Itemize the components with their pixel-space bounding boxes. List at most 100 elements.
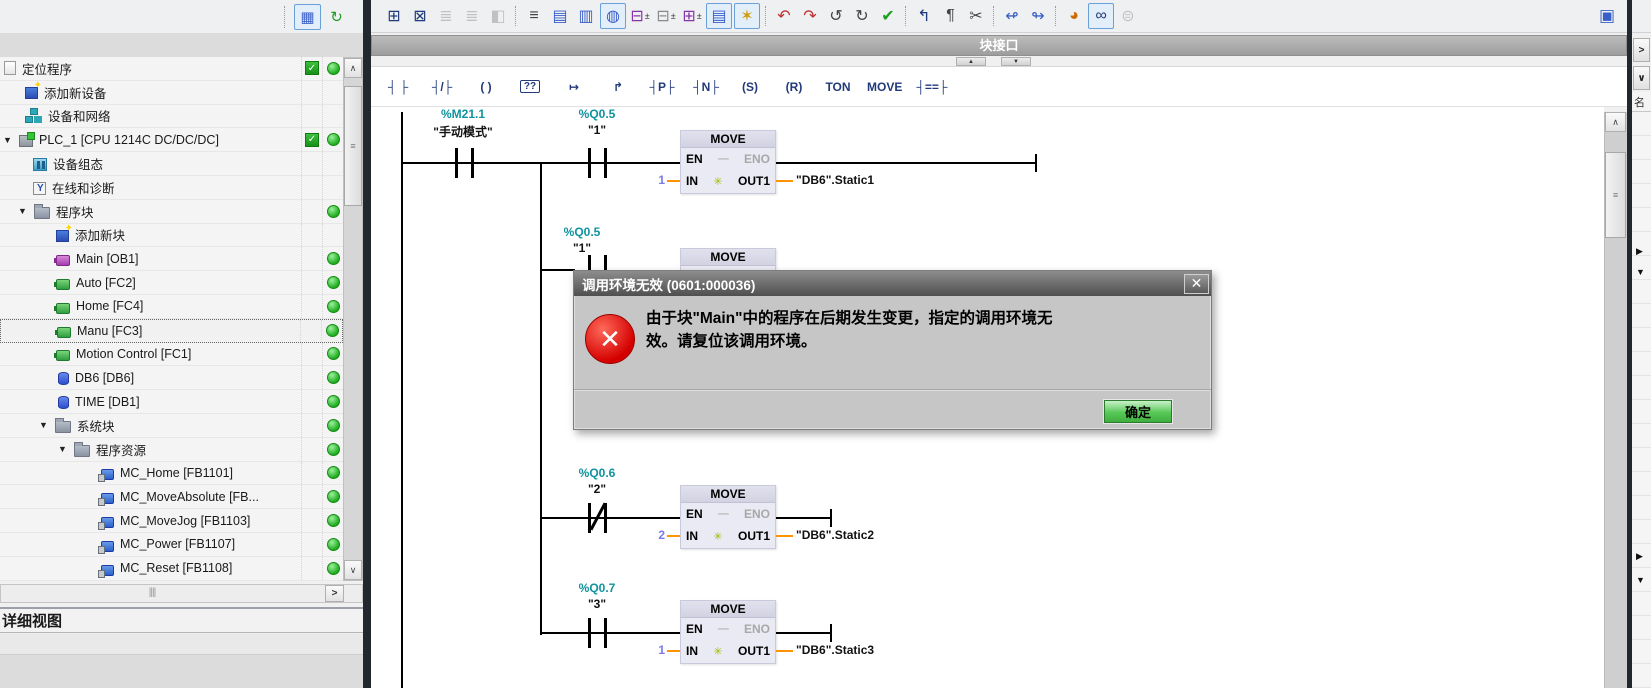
tree-row[interactable]: DB6 [DB6] ✓	[0, 366, 343, 390]
row-expand-icon[interactable]: ▶	[1636, 246, 1643, 257]
operand-address[interactable]: %Q0.7	[557, 581, 637, 595]
toolbar-icon[interactable]: ⊞	[382, 4, 406, 28]
tree-row[interactable]: 设备和网络 ✓	[0, 105, 343, 129]
favorite-instruction-button[interactable]: ( )	[465, 70, 507, 104]
row-drop-icon[interactable]: ▼	[1636, 267, 1645, 277]
toolbar-icon[interactable]	[765, 6, 767, 26]
expand-arrow-icon[interactable]: ▼	[58, 444, 74, 454]
toolbar-icon[interactable]: ↫	[1000, 4, 1024, 28]
tree-row[interactable]: Main [OB1] ✓	[0, 247, 343, 271]
editor-scroll-thumb[interactable]: ≡	[1605, 152, 1626, 238]
operand-name[interactable]: "3"	[557, 597, 637, 611]
panel-divider[interactable]	[1627, 0, 1632, 688]
toolbar-icon[interactable]: ⊞±	[680, 4, 704, 28]
tree-row[interactable]: ▼ PLC_1 [CPU 1214C DC/DC/DC] ✓	[0, 128, 343, 152]
expand-pane-icon[interactable]: >	[1633, 38, 1650, 62]
tree-row[interactable]: MC_MoveJog [FB1103] ✓	[0, 509, 343, 533]
row-expand-icon[interactable]: ▶	[1636, 551, 1643, 562]
operand-address[interactable]: %Q0.6	[557, 466, 637, 480]
toolbar-icon[interactable]: ≣	[460, 4, 484, 28]
toolbar-icon[interactable]: ✔	[876, 4, 900, 28]
contact-symbol[interactable]	[455, 148, 458, 178]
toolbar-icon[interactable]: ▤	[706, 3, 732, 29]
contact-symbol[interactable]	[588, 618, 591, 648]
operand-address[interactable]: %Q0.5	[557, 107, 637, 121]
close-icon[interactable]: ✕	[1184, 274, 1209, 294]
tree-row[interactable]: Manu [FC3] ✓	[0, 319, 343, 343]
toolbar-icon[interactable]: ≡	[522, 4, 546, 28]
toolbar-icon[interactable]: ↶	[772, 4, 796, 28]
tree-row[interactable]: 在线和诊断 ✓	[0, 176, 343, 200]
expand-arrow-icon[interactable]: ▼	[39, 420, 55, 430]
expand-arrow-icon[interactable]: ▼	[3, 135, 19, 145]
operand-address[interactable]: %Q0.5	[542, 225, 622, 239]
toolbar-icon[interactable]	[515, 6, 517, 26]
operand-name[interactable]: "1"	[557, 123, 637, 137]
tree-scroll-thumb[interactable]: ≡	[344, 86, 362, 206]
toolbar-icon[interactable]: ◍	[600, 3, 626, 29]
toolbar-icon[interactable]: ↷	[798, 4, 822, 28]
favorite-instruction-button[interactable]: (R)	[773, 70, 815, 104]
out-operand[interactable]: "DB6".Static1	[796, 173, 874, 187]
tree-row[interactable]: MC_Home [FB1101] ✓	[0, 462, 343, 486]
contact-symbol[interactable]	[604, 618, 607, 648]
scroll-down-icon[interactable]: ∨	[344, 560, 362, 580]
tree-row[interactable]: Auto [FC2] ✓	[0, 271, 343, 295]
splitter-down-icon[interactable]: ▼	[1001, 57, 1031, 66]
splitter-up-icon[interactable]: ▲	[956, 57, 986, 66]
toolbar-icon-dropdown[interactable]: ±	[645, 11, 650, 21]
tree-refresh-icon[interactable]: ↻	[324, 5, 349, 29]
out-operand[interactable]: "DB6".Static2	[796, 528, 874, 542]
tree-details-view-icon[interactable]: ▦	[294, 4, 321, 30]
tree-row[interactable]: MC_Reset [FB1108] ✓	[0, 557, 343, 581]
toolbar-icon[interactable]: ↺	[824, 4, 848, 28]
toolbar-icon[interactable]: ¶	[938, 4, 962, 28]
in-value[interactable]: 1	[625, 173, 665, 187]
move-block[interactable]: MOVE EN—ENO IN✳OUT1	[680, 130, 776, 194]
favorite-instruction-button[interactable]: ┤P├	[641, 70, 683, 104]
toolbar-icon-dropdown[interactable]: ±	[671, 11, 676, 21]
toolbar-icon[interactable]: ✂	[964, 4, 988, 28]
scroll-up-icon[interactable]: ∧	[344, 58, 362, 78]
toolbar-icon[interactable]: ▥	[574, 4, 598, 28]
toolbar-icon[interactable]: ⊠	[408, 4, 432, 28]
tree-row[interactable]: TIME [DB1] ✓	[0, 390, 343, 414]
move-block[interactable]: MOVE EN—ENO IN✳OUT1	[680, 600, 776, 664]
in-value[interactable]: 2	[625, 528, 665, 542]
dialog-titlebar[interactable]: 调用环境无效 (0601:000036) ✕	[574, 271, 1211, 296]
operand-name[interactable]: "1"	[542, 241, 622, 255]
tree-row[interactable]: 添加新块 ✓	[0, 224, 343, 248]
ok-button[interactable]: 确定	[1104, 400, 1172, 423]
in-value[interactable]: 1	[625, 643, 665, 657]
toolbar-icon[interactable]: ↰	[912, 4, 936, 28]
toolbar-icon[interactable]: ≣	[434, 4, 458, 28]
toolbar-icon[interactable]	[905, 6, 907, 26]
move-block[interactable]: MOVE EN—ENO IN✳OUT1	[680, 485, 776, 549]
editor-layout-icon[interactable]: ▣	[1599, 6, 1615, 26]
toolbar-icon[interactable]: ◧	[486, 4, 510, 28]
out-operand[interactable]: "DB6".Static3	[796, 643, 874, 657]
tree-row[interactable]: 添加新设备 ✓	[0, 81, 343, 105]
scroll-up-icon[interactable]: ∧	[1605, 112, 1626, 132]
toolbar-icon[interactable]: ⊜	[1116, 4, 1140, 28]
tree-row[interactable]: ▼ 程序块 ✓	[0, 200, 343, 224]
contact-symbol[interactable]	[471, 148, 474, 178]
toolbar-icon[interactable]: ◕	[1062, 4, 1086, 28]
operand-address[interactable]: %M21.1	[423, 107, 503, 121]
toolbar-icon[interactable]: ∞	[1088, 3, 1114, 29]
favorite-instruction-button[interactable]: ┤ ├	[377, 70, 419, 104]
favorite-instruction-button[interactable]: ┤/├	[421, 70, 463, 104]
toolbar-icon[interactable]: ⊟±	[628, 4, 652, 28]
tree-row[interactable]: ▼ 系统块 ✓	[0, 414, 343, 438]
tree-row[interactable]: Home [FC4] ✓	[0, 295, 343, 319]
operand-name[interactable]: "2"	[557, 482, 637, 496]
editor-vertical-scrollbar[interactable]: ∧ ≡	[1604, 112, 1627, 688]
tree-row[interactable]: 设备组态 ✓	[0, 152, 343, 176]
toolbar-icon[interactable]: ↻	[850, 4, 874, 28]
scroll-right-icon[interactable]: >	[325, 585, 344, 602]
favorite-instruction-button[interactable]: MOVE	[861, 70, 908, 104]
tree-row[interactable]: ▼ 程序资源 ✓	[0, 438, 343, 462]
toolbar-icon[interactable]	[1055, 6, 1057, 26]
favorite-instruction-button[interactable]: ┤==├	[910, 70, 953, 104]
favorite-instruction-button[interactable]: ??	[509, 70, 551, 104]
